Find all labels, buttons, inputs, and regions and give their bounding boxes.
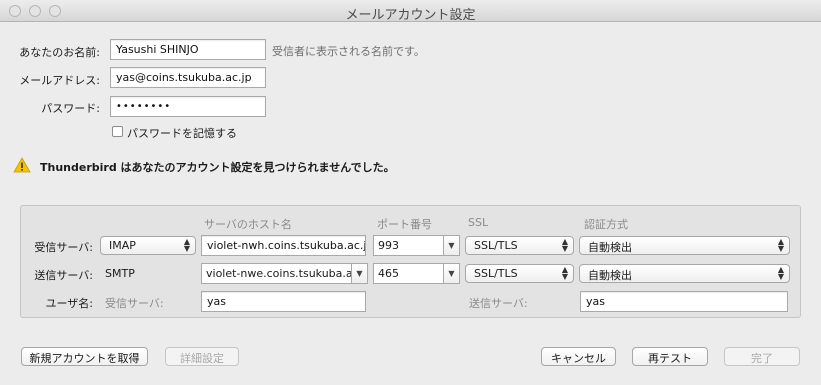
outgoing-ssl-select[interactable]: SSL/TLS ▲ ▼: [465, 264, 574, 283]
username-label: ユーザ名:: [45, 297, 94, 310]
outgoing-auth-select[interactable]: 自動検出 ▲ ▼: [579, 264, 790, 283]
port-header: ポート番号: [377, 218, 432, 231]
name-field[interactable]: Yasushi SHINJO: [110, 39, 266, 60]
incoming-protocol-select[interactable]: IMAP ▲ ▼: [100, 236, 196, 255]
retest-button[interactable]: 再テスト: [632, 347, 708, 366]
warning-message: Thunderbird はあなたのアカウント設定を見つけられませんでした。: [40, 161, 395, 174]
outgoing-hostname-combo[interactable]: violet-nwe.coins.tsukuba.ac.jp ▼: [201, 263, 369, 284]
warning-icon: [13, 157, 31, 173]
updown-arrows-icon: ▲ ▼: [561, 265, 568, 281]
updown-arrows-icon: ▲ ▼: [561, 237, 568, 253]
incoming-ssl-select[interactable]: SSL/TLS ▲ ▼: [465, 236, 574, 255]
updown-arrows-icon: ▲ ▼: [777, 237, 784, 253]
outgoing-protocol: SMTP: [105, 267, 135, 280]
remember-password-checkbox[interactable]: [112, 126, 123, 137]
password-field[interactable]: ••••••••: [110, 96, 266, 117]
name-hint: 受信者に表示される名前です。: [272, 45, 425, 58]
incoming-server-label: 受信サーバ:: [34, 241, 93, 254]
incoming-ssl-value: SSL/TLS: [474, 239, 518, 252]
username-outgoing-field[interactable]: yas: [580, 291, 788, 312]
done-button[interactable]: 完了: [724, 347, 800, 366]
outgoing-hostname-field[interactable]: violet-nwe.coins.tsukuba.ac.jp: [201, 263, 352, 284]
username-outgoing-label: 送信サーバ:: [469, 297, 528, 310]
email-field[interactable]: yas@coins.tsukuba.ac.jp: [110, 67, 266, 88]
outgoing-auth-value: 自動検出: [588, 269, 632, 282]
username-incoming-label: 受信サーバ:: [105, 297, 164, 310]
ssl-header: SSL: [468, 216, 489, 229]
new-account-button[interactable]: 新規アカウントを取得: [21, 347, 148, 366]
outgoing-port-combo[interactable]: 465 ▼: [373, 263, 460, 284]
updown-arrows-icon: ▲ ▼: [777, 265, 784, 281]
hostname-header: サーバのホスト名: [204, 218, 292, 231]
dropdown-arrow-icon[interactable]: ▼: [443, 235, 460, 256]
incoming-auth-select[interactable]: 自動検出 ▲ ▼: [579, 236, 790, 255]
incoming-auth-value: 自動検出: [588, 241, 632, 254]
username-incoming-field[interactable]: yas: [201, 291, 366, 312]
window-title: メールアカウント設定: [345, 8, 476, 23]
password-label: パスワード:: [41, 102, 100, 115]
dropdown-arrow-icon[interactable]: ▼: [351, 263, 368, 284]
dropdown-arrow-icon[interactable]: ▼: [443, 263, 460, 284]
email-label: メールアドレス:: [19, 74, 100, 87]
advanced-config-button[interactable]: 詳細設定: [165, 347, 239, 366]
remember-password-label[interactable]: パスワードを記憶する: [127, 125, 237, 141]
cancel-button[interactable]: キャンセル: [541, 347, 616, 366]
incoming-protocol-value: IMAP: [109, 239, 136, 252]
incoming-port-combo[interactable]: 993 ▼: [373, 235, 460, 256]
incoming-hostname-field[interactable]: violet-nwh.coins.tsukuba.ac.jp: [201, 235, 366, 256]
updown-arrows-icon: ▲ ▼: [183, 237, 190, 253]
outgoing-ssl-value: SSL/TLS: [474, 267, 518, 280]
title-bar: メールアカウント設定: [0, 0, 821, 23]
auth-header: 認証方式: [584, 218, 628, 231]
name-label: あなたのお名前:: [19, 46, 100, 59]
outgoing-server-label: 送信サーバ:: [34, 269, 93, 282]
incoming-port-field[interactable]: 993: [373, 235, 444, 256]
outgoing-port-field[interactable]: 465: [373, 263, 444, 284]
